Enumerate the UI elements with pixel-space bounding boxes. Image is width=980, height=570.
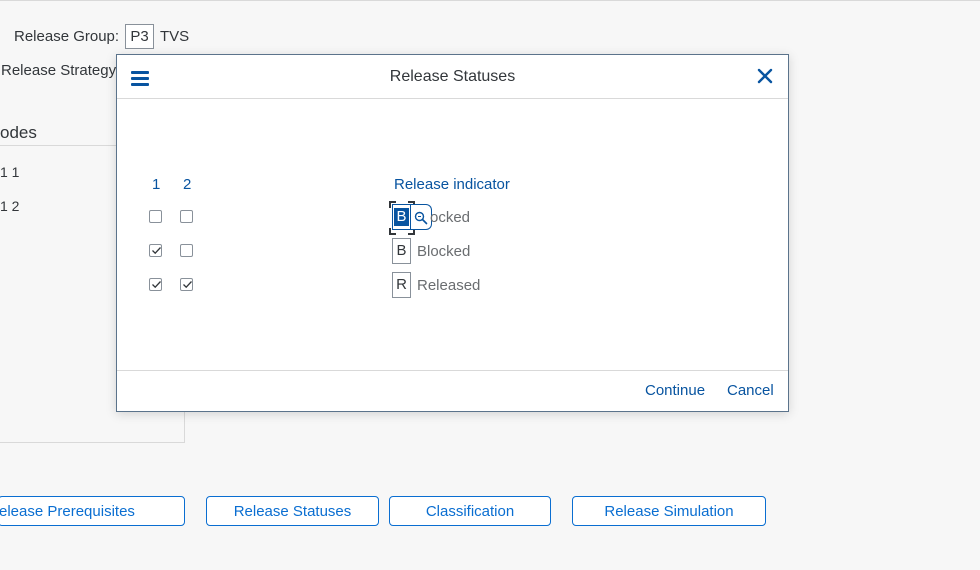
dialog-header: Release Statuses bbox=[117, 55, 788, 99]
column-header-2: 2 bbox=[183, 176, 192, 193]
continue-button[interactable]: Continue bbox=[645, 382, 705, 399]
release-statuses-button[interactable]: Release Statuses bbox=[206, 496, 379, 526]
dialog-footer-divider bbox=[117, 370, 788, 371]
release-indicator-text: ocked bbox=[430, 209, 471, 226]
value-help-button[interactable] bbox=[411, 204, 432, 230]
release-strategy-label: Release Strategy bbox=[1, 62, 117, 79]
status-checkbox[interactable] bbox=[180, 278, 193, 291]
focus-corner bbox=[389, 228, 396, 235]
column-header-1: 1 bbox=[152, 176, 161, 193]
release-indicator-text: Released bbox=[417, 277, 481, 294]
top-divider bbox=[0, 0, 980, 1]
dialog-title: Release Statuses bbox=[389, 68, 516, 85]
status-checkbox[interactable] bbox=[180, 244, 193, 257]
status-checkbox[interactable] bbox=[149, 278, 162, 291]
codes-section-title: odes bbox=[0, 123, 37, 142]
status-checkbox[interactable] bbox=[180, 210, 193, 223]
codes-list-item[interactable]: 1 2 bbox=[0, 198, 19, 214]
release-indicator-value: B bbox=[394, 208, 409, 226]
release-indicator-header: Release indicator bbox=[394, 176, 510, 193]
classification-button[interactable]: Classification bbox=[389, 496, 551, 526]
release-group-label: Release Group: bbox=[14, 28, 120, 45]
release-indicator-input[interactable]: B bbox=[392, 238, 411, 264]
panel-border bbox=[184, 412, 185, 443]
release-group-field[interactable]: P3 bbox=[125, 24, 154, 49]
release-indicator-input[interactable]: R bbox=[392, 272, 411, 298]
focus-corner bbox=[389, 201, 396, 208]
checkmark-icon bbox=[152, 247, 161, 255]
status-checkbox[interactable] bbox=[149, 210, 162, 223]
release-prerequisites-button[interactable]: elease Prerequisites bbox=[0, 496, 185, 526]
codes-list-item[interactable]: 1 1 bbox=[0, 164, 19, 180]
close-icon[interactable] bbox=[756, 67, 774, 85]
cancel-button[interactable]: Cancel bbox=[727, 382, 774, 399]
checkmark-icon bbox=[183, 281, 192, 289]
release-simulation-button[interactable]: Release Simulation bbox=[572, 496, 766, 526]
panel-border bbox=[0, 442, 185, 443]
release-group-description: TVS bbox=[160, 28, 190, 45]
release-indicator-text: Blocked bbox=[417, 243, 471, 260]
value-help-icon bbox=[414, 211, 428, 225]
codes-divider bbox=[0, 145, 118, 146]
release-statuses-dialog: Release Statuses 1 2 Release indicator B… bbox=[116, 54, 789, 412]
status-checkbox[interactable] bbox=[149, 244, 162, 257]
checkmark-icon bbox=[152, 281, 161, 289]
